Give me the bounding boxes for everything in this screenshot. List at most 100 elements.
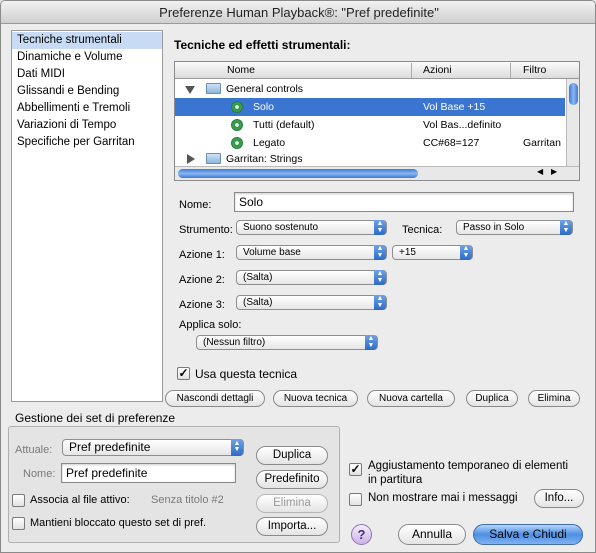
chevron-updown-icon: ▲ ▼ [374,295,386,310]
table-row[interactable]: Solo Vol Base +15 [175,98,565,116]
row-actions: Vol Bas...definito [423,119,502,131]
predefinito-button[interactable]: Predefinito [256,470,328,489]
table-row[interactable]: Garritan: Strings [175,152,565,166]
column-header-nome[interactable]: Nome [227,64,255,76]
azione3-label: Azione 3: [179,299,225,311]
chevron-updown-icon: ▲ ▼ [365,335,377,350]
sidebar-item-tecniche-strumentali[interactable]: Tecniche strumentali [12,32,162,49]
row-name: General controls [226,83,304,95]
table-row[interactable]: General controls [175,80,565,98]
azione3-popup[interactable]: (Salta) ▲ ▼ [236,295,387,310]
table-row[interactable]: Tutti (default) Vol Bas...definito [175,116,565,134]
row-actions: Vol Base +15 [423,101,486,113]
duplica-set-button[interactable]: Duplica [256,446,328,465]
column-header-filtro[interactable]: Filtro [523,64,546,76]
disclosure-triangle-icon[interactable] [185,86,195,94]
importa-button[interactable]: Importa... [256,517,328,536]
aggiustamento-label-line1: Aggiustamento temporaneo di elementi [368,460,569,472]
attuale-popup[interactable]: Pref predefinite ▲ ▼ [62,439,244,456]
info-button[interactable]: Info... [534,489,584,508]
annulla-button[interactable]: Annulla [398,524,466,545]
applica-popup[interactable]: (Nessun filtro) ▲ ▼ [196,335,378,350]
gear-icon [231,101,243,113]
salva-chiudi-button[interactable]: Salva e Chiudi [473,524,583,545]
elimina-tecnica-button[interactable]: Elimina [528,390,580,407]
azione1-amount-popup[interactable]: +15 ▲ ▼ [392,245,473,260]
scroll-left-icon[interactable]: ◀ [537,167,543,176]
duplica-tecnica-button[interactable]: Duplica [466,390,518,407]
sidebar-item-specifiche-garritan[interactable]: Specifiche per Garritan [12,134,162,151]
strumento-popup[interactable]: Suono sostenuto ▲ ▼ [236,220,387,235]
scroll-thumb[interactable] [569,83,578,105]
tecnica-popup[interactable]: Passo in Solo ▲ ▼ [456,220,573,235]
row-name: Tutti (default) [253,119,315,131]
window-title: Preferenze Human Playback®: "Pref predef… [159,5,439,20]
gear-icon [231,137,243,149]
table-header: Nome Azioni Filtro [175,62,579,79]
category-list: Tecniche strumentali Dinamiche e Volume … [11,30,163,402]
gear-icon [231,119,243,131]
associa-file: Senza titolo #2 [151,494,224,506]
azione2-value: (Salta) [243,272,273,283]
section-heading: Tecniche ed effetti strumentali: [174,38,351,52]
azione2-popup[interactable]: (Salta) ▲ ▼ [236,270,387,285]
gestione-title: Gestione dei set di preferenze [15,411,176,425]
aggiustamento-checkbox[interactable]: ✓ [349,463,362,476]
mantieni-label: Mantieni bloccato questo set di pref. [30,517,207,529]
horizontal-scrollbar[interactable]: ◀ ▶ [175,166,579,180]
azione2-label: Azione 2: [179,274,225,286]
elimina-set-button[interactable]: Elimina [256,494,328,513]
nuova-tecnica-button[interactable]: Nuova tecnica [273,390,358,407]
strumento-value: Suono sostenuto [243,222,319,233]
sidebar-item-dati-midi[interactable]: Dati MIDI [12,66,162,83]
techniques-table: Nome Azioni Filtro General controls Solo… [174,61,580,181]
row-name: Solo [253,101,275,113]
title-bar: Preferenze Human Playback®: "Pref predef… [1,1,595,24]
attuale-label: Attuale: [15,444,53,456]
strumento-label: Strumento: [179,224,233,236]
nome-field[interactable]: Solo [234,192,574,212]
folder-icon [206,153,221,164]
preferences-window: Preferenze Human Playback®: "Pref predef… [0,0,596,553]
aggiustamento-label-line2: in partitura [368,474,423,486]
table-row[interactable]: Legato CC#68=127 Garritan [175,134,565,152]
sidebar-item-glissandi-bending[interactable]: Glissandi e Bending [12,83,162,100]
non-mostrare-checkbox[interactable] [349,493,362,506]
applica-label: Applica solo: [179,319,242,331]
help-icon[interactable]: ? [351,524,372,545]
usa-tecnica-checkbox[interactable]: ✓ [177,367,190,380]
mantieni-checkbox[interactable] [12,517,25,530]
azione1-label: Azione 1: [179,249,225,261]
vertical-scrollbar[interactable] [566,79,579,166]
sidebar-item-abbellimenti-tremoli[interactable]: Abbellimenti e Tremoli [12,100,162,117]
gestione-nome-field[interactable]: Pref predefinite [61,463,236,483]
chevron-updown-icon: ▲ ▼ [374,220,386,235]
azione1-value: Volume base [243,247,301,258]
sidebar-item-dinamiche-volume[interactable]: Dinamiche e Volume [12,49,162,66]
scroll-right-icon[interactable]: ▶ [551,167,557,176]
nuova-cartella-button[interactable]: Nuova cartella [367,390,455,407]
scroll-thumb[interactable] [178,169,418,178]
folder-icon [206,83,221,94]
sidebar-item-variazioni-tempo[interactable]: Variazioni di Tempo [12,117,162,134]
nascondi-dettagli-button[interactable]: Nascondi dettagli [165,390,265,407]
column-header-azioni[interactable]: Azioni [423,64,452,76]
chevron-updown-icon: ▲ ▼ [374,245,386,260]
chevron-updown-icon: ▲ ▼ [374,270,386,285]
non-mostrare-label: Non mostrare mai i messaggi [368,492,518,504]
chevron-updown-icon: ▲ ▼ [460,245,472,260]
tecnica-value: Passo in Solo [463,222,525,233]
row-filter: Garritan [523,137,561,149]
disclosure-triangle-icon[interactable] [187,154,195,164]
chevron-updown-icon: ▲ ▼ [560,220,572,235]
associa-checkbox[interactable] [12,494,25,507]
chevron-updown-icon: ▲ ▼ [231,439,243,456]
associa-label: Associa al file attivo: [30,494,130,506]
row-name: Legato [253,137,286,149]
azione1-amount: +15 [399,247,416,258]
gestione-nome-label: Nome: [23,468,56,480]
azione3-value: (Salta) [243,297,273,308]
azione1-popup[interactable]: Volume base ▲ ▼ [236,245,387,260]
row-name: Garritan: Strings [226,153,303,165]
tecnica-label: Tecnica: [402,224,443,236]
